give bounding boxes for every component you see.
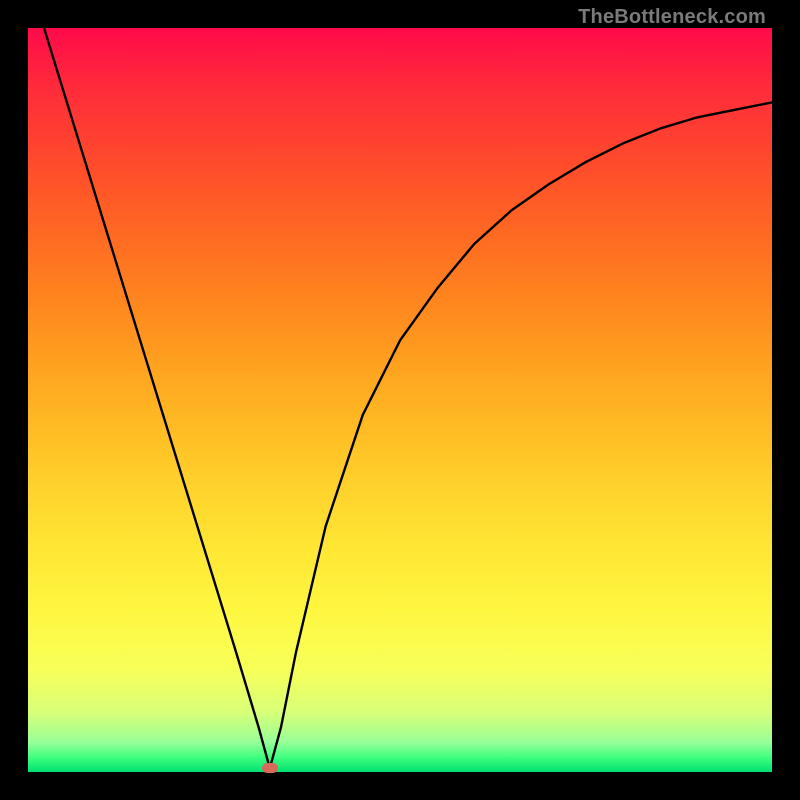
bottleneck-curve — [28, 28, 772, 772]
chart-frame: TheBottleneck.com — [0, 0, 800, 800]
plot-area — [28, 28, 772, 772]
watermark-text: TheBottleneck.com — [578, 6, 766, 29]
minimum-marker — [262, 763, 278, 773]
